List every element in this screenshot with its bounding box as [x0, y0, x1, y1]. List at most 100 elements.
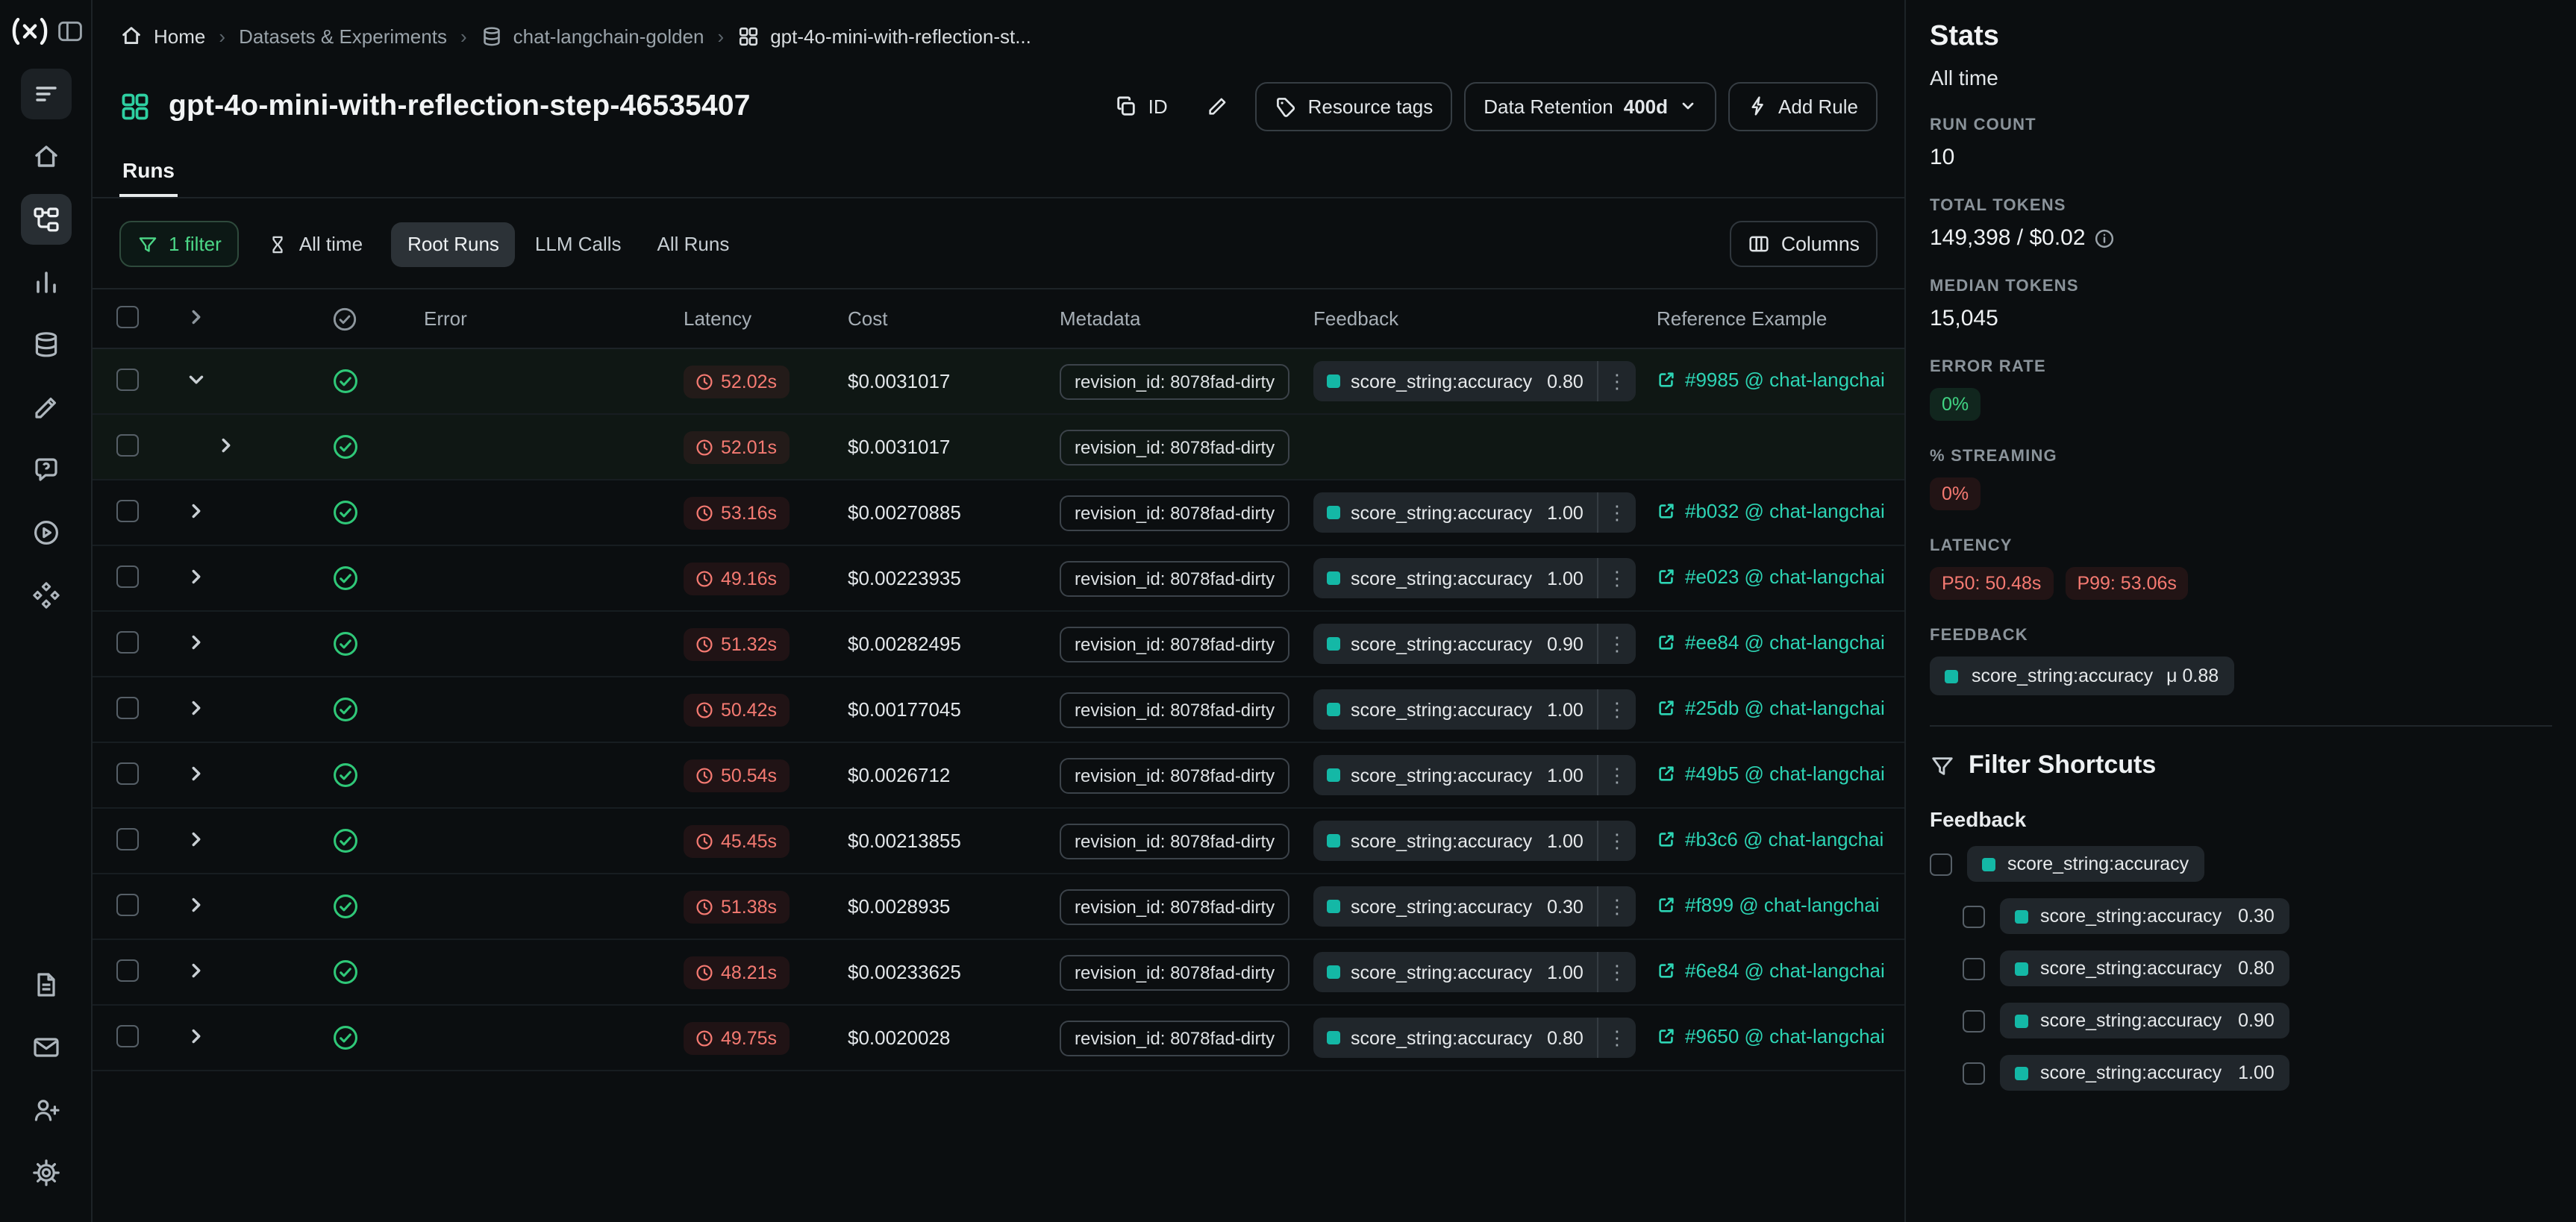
sidebar-item-playground[interactable]: [20, 507, 71, 558]
segment-all-runs[interactable]: All Runs: [641, 222, 746, 266]
shortcut-checkbox[interactable]: [1963, 1009, 1985, 1032]
shortcut-badge[interactable]: score_string:accuracy 1.00: [2000, 1055, 2289, 1091]
feedback-chip[interactable]: score_string:accuracy 1.00 ⋮: [1313, 952, 1636, 992]
table-row[interactable]: 52.02s $0.0031017 revision_id: 8078fad-d…: [93, 349, 1904, 415]
row-expand-chevron-icon[interactable]: [185, 762, 207, 784]
shortcut-checkbox[interactable]: [1963, 957, 1985, 980]
column-header-reference[interactable]: Reference Example: [1642, 307, 1904, 330]
row-expand-chevron-icon[interactable]: [185, 1024, 207, 1047]
row-expand-chevron-icon[interactable]: [185, 893, 207, 915]
sidebar-item-tracing[interactable]: [20, 194, 71, 245]
tab-runs[interactable]: Runs: [119, 140, 178, 197]
feedback-menu-icon[interactable]: ⋮: [1597, 689, 1636, 730]
feedback-chip[interactable]: score_string:accuracy 1.00 ⋮: [1313, 558, 1636, 598]
row-checkbox[interactable]: [116, 368, 139, 390]
row-expand-chevron-icon[interactable]: [215, 433, 237, 456]
row-expand-chevron-icon[interactable]: [185, 696, 207, 718]
row-checkbox[interactable]: [116, 630, 139, 653]
shortcut-checkbox[interactable]: [1963, 905, 1985, 927]
feedback-chip[interactable]: score_string:accuracy 1.00 ⋮: [1313, 492, 1636, 533]
sidebar-item-run-filters[interactable]: [20, 69, 71, 119]
select-all-checkbox[interactable]: [116, 305, 139, 328]
data-retention-dropdown[interactable]: Data Retention 400d: [1464, 81, 1716, 131]
shortcut-checkbox[interactable]: [1930, 853, 1952, 875]
shortcut-badge[interactable]: score_string:accuracy 0.30: [2000, 898, 2289, 934]
sidebar-item-home[interactable]: [20, 131, 71, 182]
sidebar-item-settings[interactable]: [20, 1147, 71, 1198]
feedback-menu-icon[interactable]: ⋮: [1597, 952, 1636, 992]
shortcut-badge[interactable]: score_string:accuracy 0.90: [2000, 1003, 2289, 1038]
row-checkbox[interactable]: [116, 565, 139, 587]
row-expand-chevron-icon[interactable]: [185, 630, 207, 653]
sidebar-item-docs[interactable]: [20, 959, 71, 1010]
breadcrumb-dataset[interactable]: chat-langchain-golden: [481, 25, 704, 47]
reference-link[interactable]: #25db @ chat-langchai: [1657, 697, 1885, 719]
feedback-chip[interactable]: score_string:accuracy 0.30 ⋮: [1313, 886, 1636, 927]
feedback-chip[interactable]: score_string:accuracy 0.90 ⋮: [1313, 624, 1636, 664]
copy-id-button[interactable]: ID: [1102, 81, 1181, 131]
table-row[interactable]: 50.54s $0.0026712 revision_id: 8078fad-d…: [93, 743, 1904, 809]
reference-link[interactable]: #6e84 @ chat-langchai: [1657, 959, 1885, 982]
sidebar-collapse-icon[interactable]: [57, 18, 84, 45]
shortcut-badge[interactable]: score_string:accuracy: [1967, 846, 2204, 882]
row-checkbox[interactable]: [116, 959, 139, 981]
feedback-menu-icon[interactable]: ⋮: [1597, 361, 1636, 401]
segment-root-runs[interactable]: Root Runs: [391, 222, 516, 266]
table-row[interactable]: 48.21s $0.00233625 revision_id: 8078fad-…: [93, 940, 1904, 1006]
segment-llm-calls[interactable]: LLM Calls: [519, 222, 638, 266]
reference-link[interactable]: #b032 @ chat-langchai: [1657, 500, 1885, 522]
row-expand-chevron-icon[interactable]: [185, 368, 207, 390]
reference-link[interactable]: #f899 @ chat-langchai: [1657, 894, 1880, 916]
column-header-metadata[interactable]: Metadata: [1048, 307, 1301, 330]
reference-link[interactable]: #e023 @ chat-langchai: [1657, 565, 1885, 588]
row-checkbox[interactable]: [116, 499, 139, 521]
resource-tags-button[interactable]: Resource tags: [1256, 81, 1453, 131]
row-checkbox[interactable]: [116, 893, 139, 915]
feedback-chip[interactable]: score_string:accuracy 0.80 ⋮: [1313, 1018, 1636, 1058]
row-checkbox[interactable]: [116, 827, 139, 850]
time-range-button[interactable]: All time: [254, 221, 376, 267]
sidebar-item-annotation[interactable]: [20, 382, 71, 433]
feedback-menu-icon[interactable]: ⋮: [1597, 1018, 1636, 1058]
breadcrumb-experiment[interactable]: gpt-4o-mini-with-reflection-st...: [737, 25, 1031, 47]
breadcrumb-datasets-experiments[interactable]: Datasets & Experiments: [239, 25, 447, 47]
table-row[interactable]: 49.16s $0.00223935 revision_id: 8078fad-…: [93, 546, 1904, 612]
row-checkbox[interactable]: [116, 762, 139, 784]
columns-button[interactable]: Columns: [1731, 221, 1878, 267]
row-expand-chevron-icon[interactable]: [185, 827, 207, 850]
expand-all-chevron-icon[interactable]: [185, 305, 207, 328]
feedback-menu-icon[interactable]: ⋮: [1597, 755, 1636, 795]
filter-button[interactable]: 1 filter: [119, 221, 240, 267]
sidebar-item-mail[interactable]: [20, 1022, 71, 1073]
table-row[interactable]: 45.45s $0.00213855 revision_id: 8078fad-…: [93, 809, 1904, 874]
column-header-error[interactable]: Error: [412, 307, 672, 330]
langsmith-logo[interactable]: [7, 15, 52, 48]
column-header-latency[interactable]: Latency: [672, 307, 830, 330]
reference-link[interactable]: #9985 @ chat-langchai: [1657, 369, 1885, 391]
row-expand-chevron-icon[interactable]: [185, 499, 207, 521]
feedback-chip[interactable]: score_string:accuracy 0.80 ⋮: [1313, 361, 1636, 401]
feedback-menu-icon[interactable]: ⋮: [1597, 558, 1636, 598]
row-checkbox[interactable]: [116, 1024, 139, 1047]
row-expand-chevron-icon[interactable]: [185, 959, 207, 981]
sidebar-item-prompts[interactable]: [20, 445, 71, 495]
sidebar-item-datasets[interactable]: [20, 319, 71, 370]
row-expand-chevron-icon[interactable]: [185, 565, 207, 587]
table-row[interactable]: 51.38s $0.0028935 revision_id: 8078fad-d…: [93, 874, 1904, 940]
feedback-chip[interactable]: score_string:accuracy 1.00 ⋮: [1313, 689, 1636, 730]
sidebar-item-invite-user[interactable]: [20, 1085, 71, 1135]
feedback-menu-icon[interactable]: ⋮: [1597, 492, 1636, 533]
row-checkbox[interactable]: [116, 696, 139, 718]
info-icon[interactable]: [2095, 228, 2116, 248]
reference-link[interactable]: #9650 @ chat-langchai: [1657, 1025, 1885, 1047]
shortcut-checkbox[interactable]: [1963, 1062, 1985, 1084]
table-row[interactable]: 50.42s $0.00177045 revision_id: 8078fad-…: [93, 677, 1904, 743]
reference-link[interactable]: #49b5 @ chat-langchai: [1657, 762, 1885, 785]
edit-title-button[interactable]: [1193, 81, 1244, 131]
feedback-menu-icon[interactable]: ⋮: [1597, 624, 1636, 664]
table-row[interactable]: 49.75s $0.0020028 revision_id: 8078fad-d…: [93, 1006, 1904, 1071]
add-rule-button[interactable]: Add Rule: [1728, 81, 1878, 131]
reference-link[interactable]: #ee84 @ chat-langchai: [1657, 631, 1885, 654]
feedback-chip[interactable]: score_string:accuracy 1.00 ⋮: [1313, 821, 1636, 861]
breadcrumb-home[interactable]: Home: [119, 24, 205, 48]
